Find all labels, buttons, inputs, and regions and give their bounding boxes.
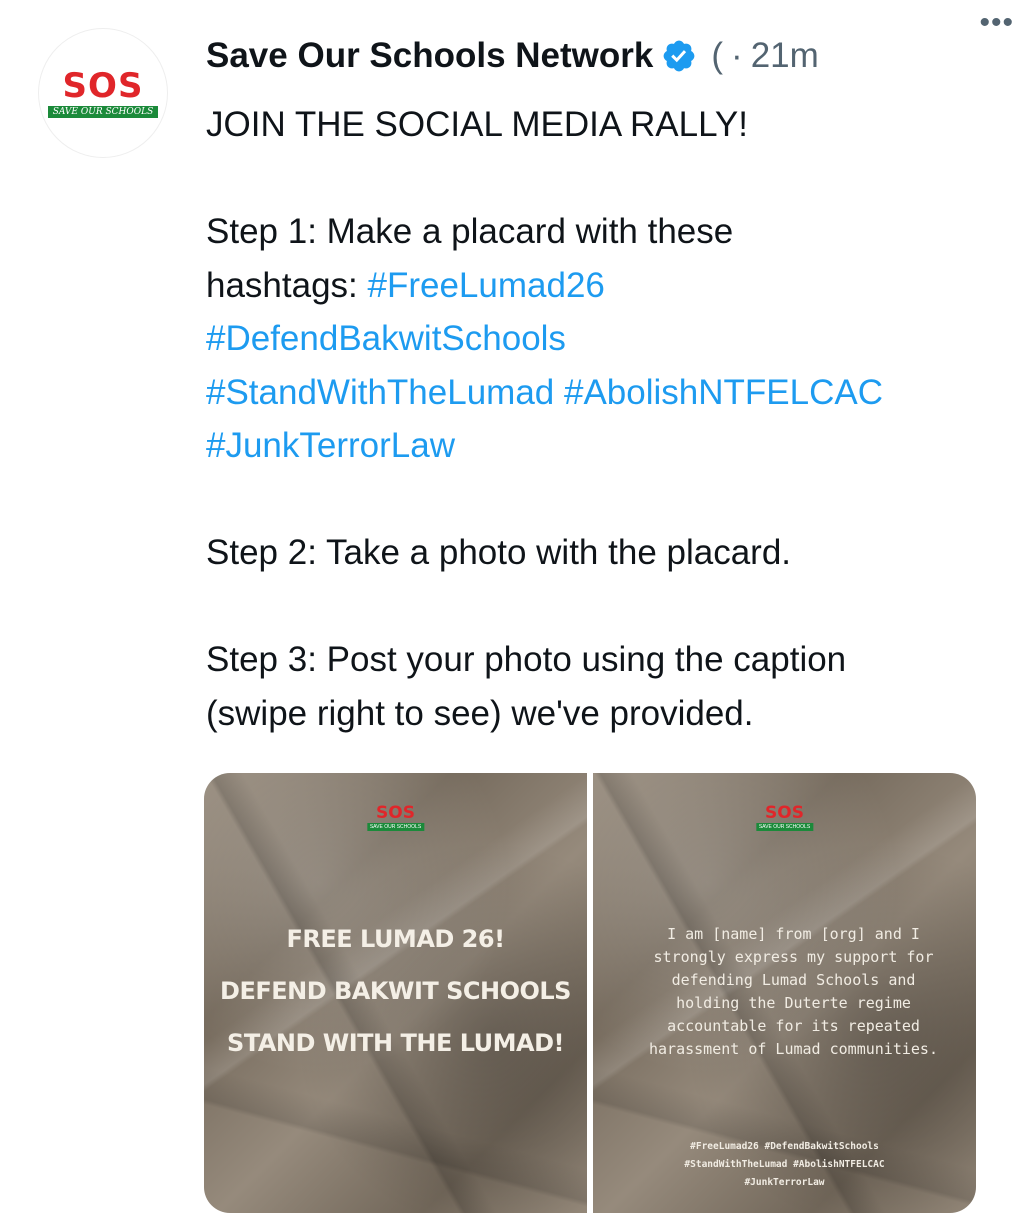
caption-hashtag-line: #FreeLumad26 #DefendBakwitSchools bbox=[690, 1141, 879, 1152]
card-logo-subtitle: SAVE OUR SCHOOLS bbox=[755, 823, 814, 831]
caption-line: I am [name] from [org] and I bbox=[667, 925, 920, 943]
caption-line: accountable for its repeated bbox=[667, 1017, 920, 1035]
caption-line: harassment of Lumad communities. bbox=[649, 1040, 938, 1058]
avatar-logo-text: SOS bbox=[62, 65, 144, 106]
caption-line: holding the Duterte regime bbox=[676, 994, 911, 1012]
caption-hashtag-line: #StandWithTheLumad #AbolishNTFELCAC bbox=[684, 1159, 885, 1170]
tweet-line: hashtags: bbox=[206, 265, 368, 305]
tweet-timestamp[interactable]: 21m bbox=[751, 36, 819, 76]
slogan-line: DEFEND BAKWIT SCHOOLS bbox=[220, 977, 571, 1005]
tweet-header: Save Our Schools Network ( · 21m bbox=[206, 26, 982, 86]
caption-hashtag-line: #JunkTerrorLaw bbox=[744, 1177, 825, 1188]
slogan-line: FREE LUMAD 26! bbox=[286, 925, 505, 953]
avatar-logo-subtitle: SAVE OUR SCHOOLS bbox=[47, 105, 159, 118]
avatar[interactable]: SOS SAVE OUR SCHOOLS bbox=[38, 28, 168, 158]
slogan-line: STAND WITH THE LUMAD! bbox=[227, 1029, 564, 1057]
placard-slogans: FREE LUMAD 26! DEFEND BAKWIT SCHOOLS STA… bbox=[204, 913, 587, 1069]
tweet-line: Step 2: Take a photo with the placard. bbox=[206, 533, 792, 572]
media-image-caption[interactable]: SOS SAVE OUR SCHOOLS I am [name] from [o… bbox=[593, 773, 976, 1213]
author-name[interactable]: Save Our Schools Network bbox=[206, 36, 653, 76]
verified-badge-icon bbox=[664, 40, 695, 72]
tweet-line: Step 3: Post your photo using the captio… bbox=[206, 640, 847, 679]
card-logo-subtitle: SAVE OUR SCHOOLS bbox=[366, 823, 425, 831]
hashtag-link[interactable]: #FreeLumad26 bbox=[368, 266, 605, 305]
caption-line: strongly express my support for bbox=[653, 948, 934, 966]
tweet-line: Step 1: Make a placard with these bbox=[206, 212, 734, 251]
card-logo-text: SOS bbox=[765, 803, 804, 823]
separator-dot: · bbox=[731, 36, 743, 75]
card-logo: SOS SAVE OUR SCHOOLS bbox=[755, 803, 814, 831]
author-handle[interactable]: ( bbox=[711, 36, 723, 76]
hashtag-link[interactable]: #JunkTerrorLaw bbox=[206, 426, 455, 465]
tweet-line: JOIN THE SOCIAL MEDIA RALLY! bbox=[206, 105, 749, 144]
tweet-line: (swipe right to see) we've provided. bbox=[206, 693, 754, 733]
hashtag-link[interactable]: #StandWithTheLumad bbox=[206, 373, 554, 412]
card-logo-text: SOS bbox=[376, 803, 415, 823]
media-image-placard[interactable]: SOS SAVE OUR SCHOOLS FREE LUMAD 26! DEFE… bbox=[204, 773, 587, 1213]
hashtag-link[interactable]: #DefendBakwitSchools bbox=[206, 319, 566, 358]
media-gallery: SOS SAVE OUR SCHOOLS FREE LUMAD 26! DEFE… bbox=[204, 773, 976, 1213]
caption-line: defending Lumad Schools and bbox=[671, 971, 916, 989]
caption-text: I am [name] from [org] and I strongly ex… bbox=[621, 923, 966, 1061]
caption-hashtags: #FreeLumad26 #DefendBakwitSchools #Stand… bbox=[593, 1138, 976, 1192]
tweet-body: JOIN THE SOCIAL MEDIA RALLY! Step 1: Mak… bbox=[206, 98, 986, 740]
more-options-icon[interactable]: ••• bbox=[979, 6, 1014, 40]
hashtag-link[interactable]: #AbolishNTFELCAC bbox=[564, 373, 883, 412]
card-logo: SOS SAVE OUR SCHOOLS bbox=[366, 803, 425, 831]
